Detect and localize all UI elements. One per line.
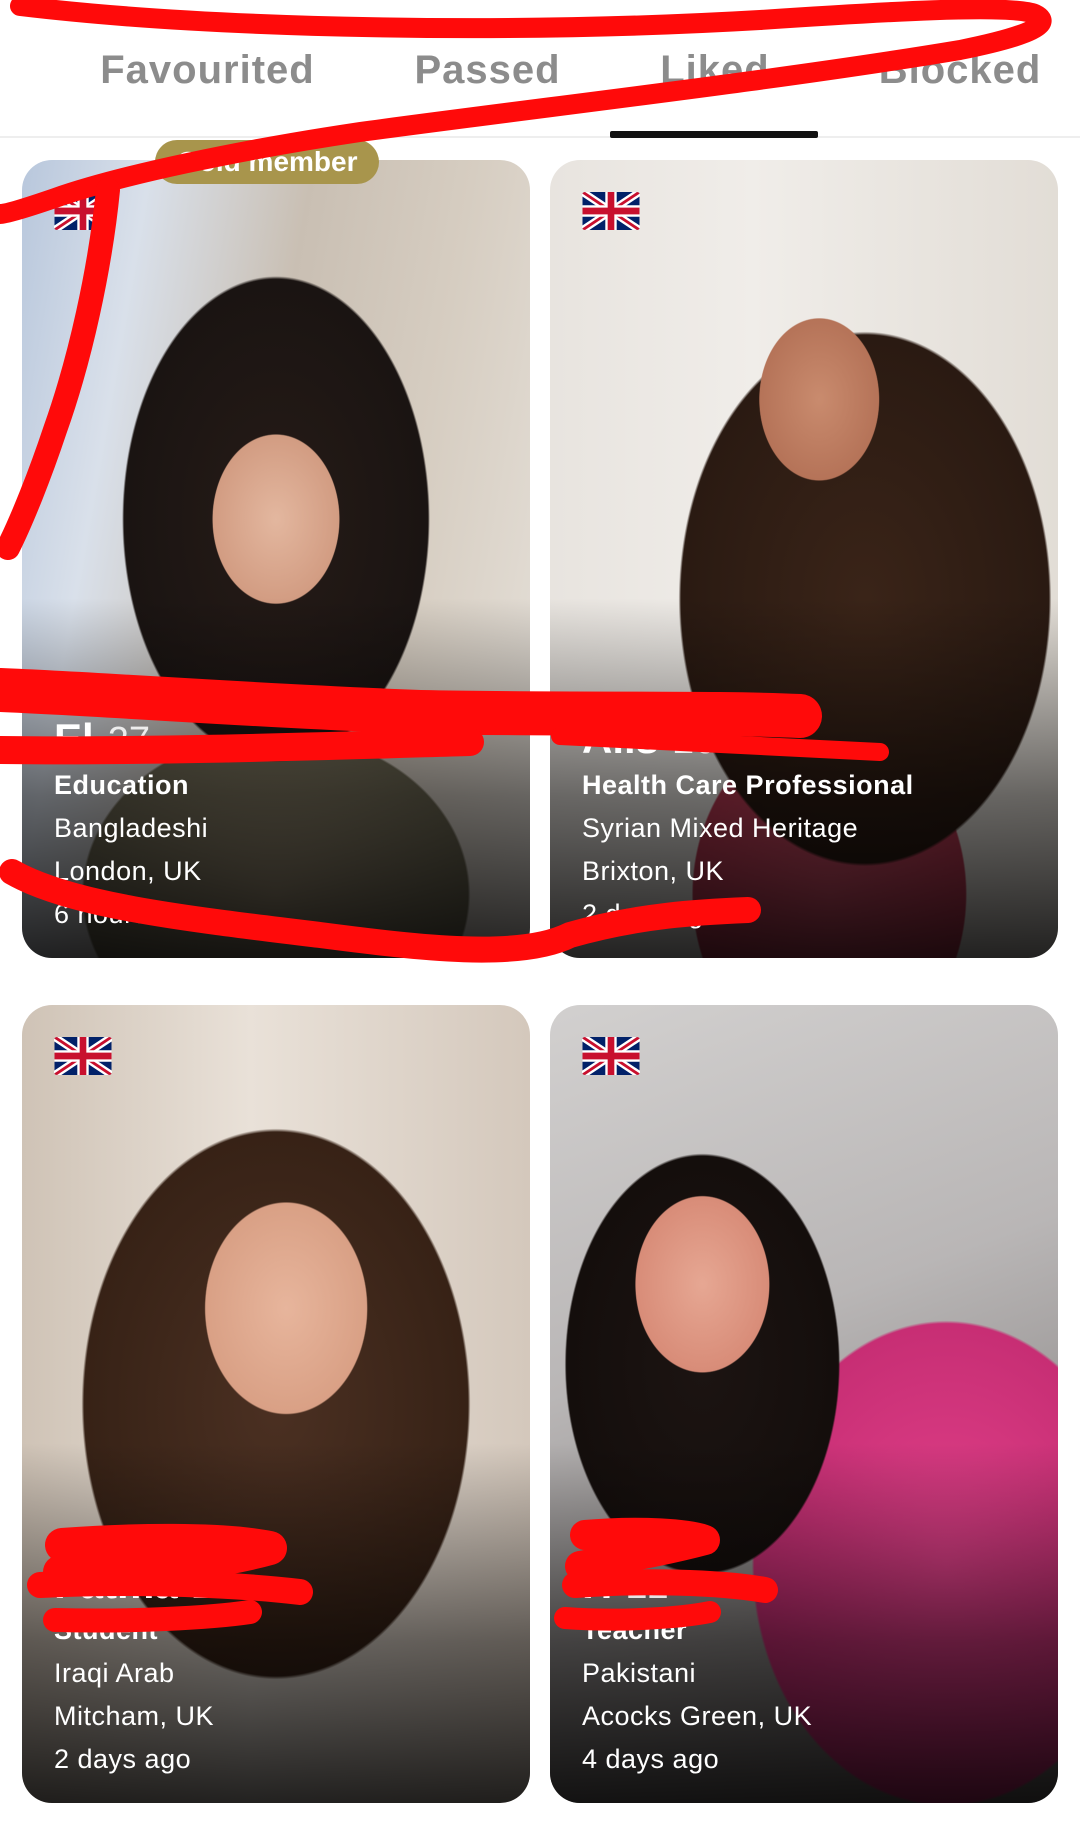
profile-heritage: Bangladeshi: [54, 813, 209, 843]
profile-occupation: Teacher: [582, 1615, 688, 1645]
profile-info: Aiis 26 Health Care Professional Syrian M…: [582, 714, 1038, 936]
profile-last-active: 6 hours ago: [54, 899, 203, 929]
tab-bar: Favourited Passed Liked Blocked: [0, 0, 1080, 138]
profile-info: H 22 Teacher Pakistani Acocks Green, UK 4…: [582, 1559, 1038, 1781]
profile-occupation: Education: [54, 770, 190, 800]
profile-card[interactable]: Fatma 24 Student Iraqi Arab Mitcham, UK 2…: [22, 1005, 530, 1803]
profile-location: Mitcham, UK: [54, 1701, 215, 1731]
uk-flag-icon: [582, 1037, 640, 1075]
profile-info: Fatma 24 Student Iraqi Arab Mitcham, UK 2…: [54, 1559, 510, 1781]
uk-flag-icon: [54, 192, 112, 230]
gold-member-badge: Gold member: [155, 140, 380, 184]
profile-name: El: [54, 715, 94, 762]
profile-heritage: Iraqi Arab: [54, 1658, 175, 1688]
profile-age: 24: [191, 1565, 234, 1607]
profile-occupation: Health Care Professional: [582, 770, 914, 800]
profile-name: Fatma: [54, 1560, 178, 1607]
profile-heritage: Pakistani: [582, 1658, 697, 1688]
profile-age: 26: [673, 720, 716, 762]
profile-card[interactable]: El 27 Education Bangladeshi London, UK 6 …: [22, 160, 530, 958]
uk-flag-icon: [54, 1037, 112, 1075]
profile-card[interactable]: Aiis 26 Health Care Professional Syrian M…: [550, 160, 1058, 958]
profile-last-active: 2 days ago: [54, 1744, 192, 1774]
profile-occupation: Student: [54, 1615, 158, 1645]
profile-last-active: 4 days ago: [582, 1744, 720, 1774]
tab-liked[interactable]: Liked: [640, 48, 790, 108]
profile-card[interactable]: H 22 Teacher Pakistani Acocks Green, UK 4…: [550, 1005, 1058, 1803]
tab-favourited[interactable]: Favourited: [90, 48, 325, 108]
tab-blocked[interactable]: Blocked: [860, 48, 1060, 108]
profile-name: H: [582, 1560, 613, 1607]
active-tab-indicator: [610, 131, 818, 138]
profile-heritage: Syrian Mixed Heritage: [582, 813, 859, 843]
profile-location: Acocks Green, UK: [582, 1701, 813, 1731]
profile-last-active: 2 days ago: [582, 899, 720, 929]
profile-location: London, UK: [54, 856, 202, 886]
profile-info: El 27 Education Bangladeshi London, UK 6 …: [54, 714, 510, 936]
profile-location: Brixton, UK: [582, 856, 725, 886]
profile-age: 22: [626, 1565, 669, 1607]
uk-flag-icon: [582, 192, 640, 230]
profile-age: 27: [107, 720, 150, 762]
tab-passed[interactable]: Passed: [400, 48, 575, 108]
profile-name: Aiis: [582, 715, 660, 762]
